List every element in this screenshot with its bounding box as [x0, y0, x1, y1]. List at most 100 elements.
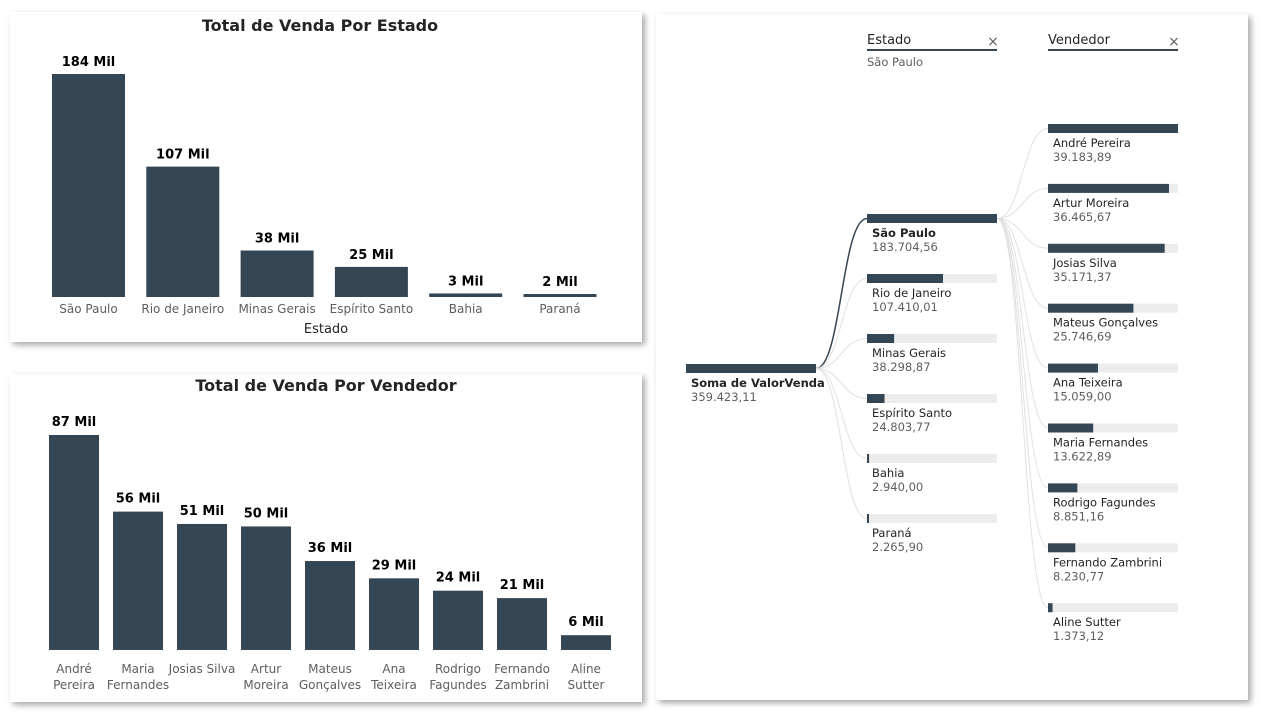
- close-icon[interactable]: ×: [1168, 34, 1180, 50]
- connector: [996, 218, 1049, 489]
- node-label: Artur Moreira: [1053, 196, 1129, 210]
- level-header-underline: [867, 49, 997, 51]
- connector: [996, 128, 1049, 219]
- node-bar[interactable]: [1048, 363, 1098, 373]
- bar[interactable]: [49, 435, 99, 650]
- node-label: Maria Fernandes: [1053, 436, 1148, 450]
- node-bar[interactable]: [867, 454, 870, 463]
- node-value: 39.183,89: [1053, 150, 1112, 164]
- root-bar[interactable]: [686, 364, 816, 373]
- x-tick-label: Bahia: [449, 302, 483, 316]
- bar[interactable]: [334, 266, 408, 297]
- node-label: Bahia: [872, 466, 904, 480]
- level-header: Vendedor: [1048, 33, 1111, 48]
- close-icon[interactable]: ×: [987, 34, 999, 50]
- connector: [996, 218, 1049, 549]
- x-tick-label: Artur Moreira: [243, 662, 288, 692]
- node-bar[interactable]: [867, 514, 869, 523]
- x-tick-label: Maria Fernandes: [107, 662, 169, 692]
- node-label: Paraná: [872, 526, 912, 540]
- data-label: 29 Mil: [372, 558, 416, 573]
- bar[interactable]: [433, 590, 483, 650]
- data-label: 38 Mil: [255, 232, 299, 247]
- node-bar[interactable]: [867, 214, 997, 223]
- node-label: Aline Sutter: [1053, 615, 1121, 629]
- bar[interactable]: [523, 294, 597, 297]
- connector: [996, 218, 1049, 609]
- node-bar[interactable]: [1048, 543, 1076, 553]
- node-bar[interactable]: [1048, 603, 1053, 613]
- connector: [996, 218, 1049, 429]
- node-label: André Pereira: [1053, 136, 1131, 150]
- node-value: 8.851,16: [1053, 509, 1104, 523]
- node-value: 183.704,56: [872, 240, 938, 254]
- x-tick-label: Fernando Zambrini: [494, 662, 550, 692]
- node-label: Ana Teixeira: [1053, 376, 1123, 390]
- node-value: 24.803,77: [872, 420, 931, 434]
- node-bar[interactable]: [1048, 303, 1134, 313]
- x-tick-label: Minas Gerais: [238, 302, 315, 316]
- node-bar[interactable]: [1048, 183, 1169, 193]
- node-value: 36.465,67: [1053, 210, 1112, 224]
- bar[interactable]: [369, 578, 419, 650]
- data-label: 3 Mil: [448, 274, 483, 289]
- x-tick-label: Ana Teixeira: [370, 662, 417, 692]
- x-tick-label: Aline Sutter: [568, 662, 605, 692]
- node-label: São Paulo: [872, 226, 936, 240]
- connector: [996, 218, 1049, 369]
- node-track: [867, 394, 997, 403]
- node-bar[interactable]: [1048, 423, 1094, 433]
- x-tick-label: Mateus Gonçalves: [299, 662, 361, 692]
- node-label: Rio de Janeiro: [872, 286, 951, 300]
- node-label: Fernando Zambrini: [1053, 555, 1162, 569]
- data-label: 6 Mil: [568, 615, 603, 630]
- bar[interactable]: [561, 635, 611, 650]
- node-value: 13.622,89: [1053, 450, 1112, 464]
- connector: [996, 187, 1049, 219]
- bar[interactable]: [146, 166, 220, 297]
- x-tick-label: André Pereira: [53, 662, 95, 692]
- chart-title: Total de Venda Por Estado: [202, 16, 438, 35]
- decomposition-tree[interactable]: Estado × São Paulo Vendedor × Soma de ValorVe…: [656, 14, 1248, 700]
- data-label: 50 Mil: [244, 506, 288, 521]
- bar[interactable]: [52, 74, 125, 297]
- node-label: Espírito Santo: [872, 406, 952, 420]
- bar[interactable]: [241, 526, 291, 650]
- connector: [815, 368, 868, 519]
- bar[interactable]: [305, 561, 355, 650]
- node-track: [1048, 603, 1178, 613]
- bar[interactable]: [113, 511, 163, 650]
- connector: [815, 217, 868, 370]
- node-bar[interactable]: [867, 334, 895, 343]
- connectors: [815, 128, 1049, 609]
- node-value: 25.746,69: [1053, 330, 1112, 344]
- node-bar[interactable]: [1048, 243, 1165, 253]
- node-label: Josias Silva: [1052, 256, 1117, 270]
- node-label: Minas Gerais: [872, 346, 946, 360]
- node-label: Rodrigo Fagundes: [1053, 495, 1156, 509]
- node-value: 2.940,00: [872, 480, 923, 494]
- x-tick-label: Josias Silva: [168, 662, 236, 676]
- node-bar[interactable]: [867, 274, 944, 283]
- node-bar[interactable]: [867, 394, 885, 403]
- data-label: 25 Mil: [349, 248, 393, 263]
- decomposition-tree-card: Estado × São Paulo Vendedor × Soma de ValorVe…: [656, 14, 1248, 700]
- bar-chart-estado[interactable]: Total de Venda Por Estado 184 Mil São Paul…: [10, 12, 642, 342]
- root-value: 359.423,11: [691, 390, 757, 404]
- bar[interactable]: [177, 523, 227, 650]
- x-tick-label: São Paulo: [59, 302, 117, 316]
- data-label: 21 Mil: [500, 578, 544, 593]
- node-track: [867, 454, 997, 463]
- x-tick-label: Rodrigo Fagundes: [429, 662, 486, 692]
- data-label: 2 Mil: [542, 275, 577, 290]
- bar-chart-vendedor[interactable]: Total de Venda Por Vendedor 87 Mil André Pe…: [10, 374, 642, 702]
- data-label: 184 Mil: [62, 55, 116, 70]
- node-bar[interactable]: [1048, 124, 1178, 133]
- bar[interactable]: [240, 250, 314, 297]
- bar[interactable]: [497, 598, 547, 650]
- bar[interactable]: [429, 293, 503, 297]
- node-bar[interactable]: [1048, 483, 1078, 493]
- data-label: 36 Mil: [308, 541, 352, 556]
- node-label: Mateus Gonçalves: [1053, 316, 1158, 330]
- node-value: 2.265,90: [872, 540, 923, 554]
